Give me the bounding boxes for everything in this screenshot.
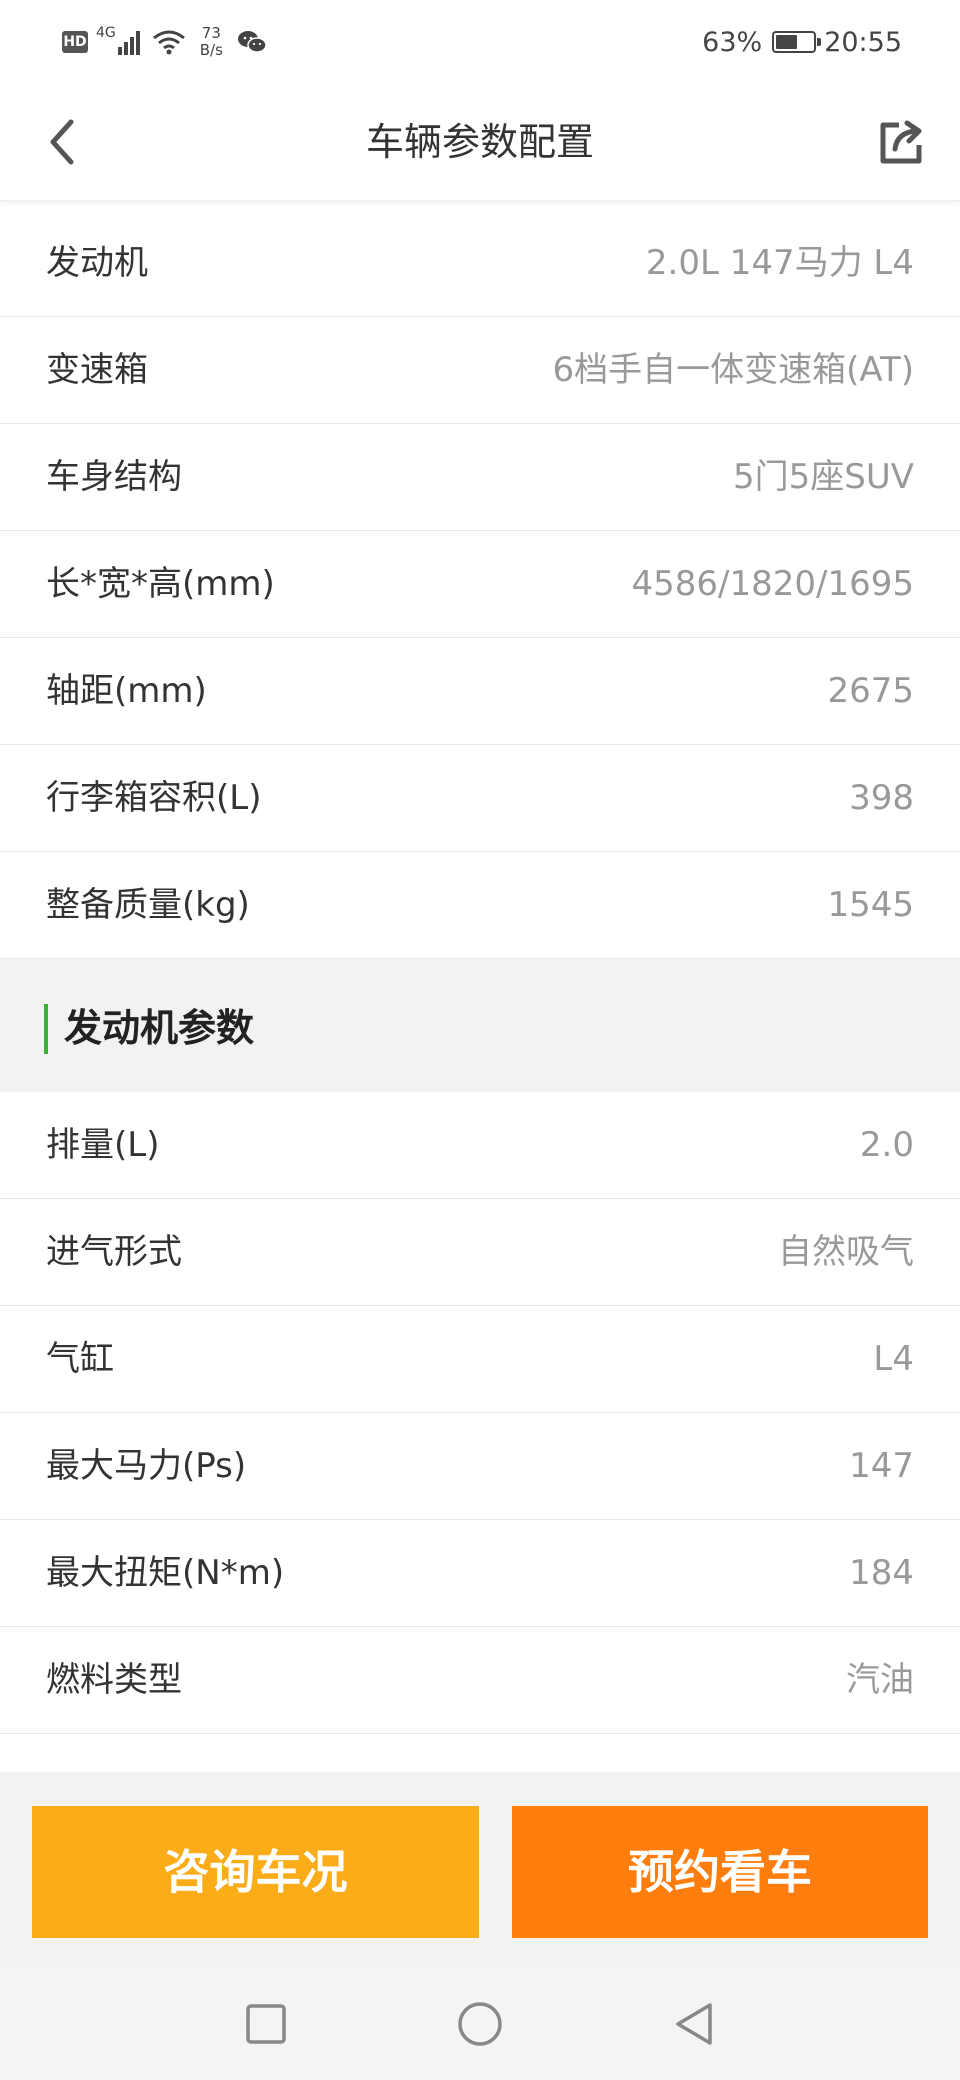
chevron-left-icon <box>50 119 74 165</box>
back-triangle-icon <box>676 2003 712 2045</box>
param-value: 汽油 <box>846 1660 914 1700</box>
home-button[interactable] <box>450 1994 510 2054</box>
param-label: 最大扭矩(N*m) <box>46 1553 285 1593</box>
param-value: 398 <box>849 778 914 818</box>
home-icon <box>458 2002 502 2046</box>
param-value: 4586/1820/1695 <box>631 564 915 604</box>
section-accent-bar <box>44 1004 48 1054</box>
param-value: 5门5座SUV <box>733 457 914 497</box>
param-row-displacement: 排量(L) 2.0 <box>0 1092 960 1199</box>
param-row-engine: 发动机 2.0L 147马力 L4 <box>0 210 960 317</box>
nav-back-button[interactable] <box>664 1994 724 2054</box>
signal-icon <box>117 29 142 55</box>
param-row-wheelbase: 轴距(mm) 2675 <box>0 638 960 745</box>
param-label: 排量(L) <box>46 1125 160 1165</box>
param-row-trunk: 行李箱容积(L) 398 <box>0 745 960 852</box>
param-value: 6档手自一体变速箱(AT) <box>552 350 914 390</box>
params-list: 发动机 2.0L 147马力 L4 变速箱 6档手自一体变速箱(AT) 车身结构… <box>0 210 960 1734</box>
wifi-icon <box>152 30 185 55</box>
speed-unit: B/s <box>199 41 223 59</box>
param-value: L4 <box>873 1339 914 1379</box>
param-label: 整备质量(kg) <box>46 885 250 925</box>
param-value: 2.0L 147马力 L4 <box>645 243 914 283</box>
app-header: 车辆参数配置 <box>0 84 960 201</box>
action-bar: 咨询车况 预约看车 <box>0 1772 960 1968</box>
param-row-transmission: 变速箱 6档手自一体变速箱(AT) <box>0 317 960 424</box>
section-header-engine: 发动机参数 <box>0 959 960 1092</box>
hd-badge: HD <box>62 31 88 53</box>
param-value: 2.0 <box>859 1125 914 1165</box>
param-value: 147 <box>849 1446 914 1486</box>
wechat-icon <box>237 31 267 53</box>
speed-value: 73 <box>201 24 221 42</box>
book-viewing-button[interactable]: 预约看车 <box>512 1806 928 1938</box>
param-row-cylinders: 气缸 L4 <box>0 1306 960 1413</box>
param-row-curb-weight: 整备质量(kg) 1545 <box>0 852 960 959</box>
section-title: 发动机参数 <box>64 1006 255 1050</box>
recent-apps-button[interactable] <box>236 1994 296 2054</box>
param-row-max-torque: 最大扭矩(N*m) 184 <box>0 1520 960 1627</box>
battery-cap <box>817 38 822 46</box>
param-row-intake: 进气形式 自然吸气 <box>0 1199 960 1306</box>
param-value: 1545 <box>827 885 914 925</box>
battery-percent: 63% <box>702 26 763 58</box>
status-bar: HD 4G 73 B/s 63% 20:55 <box>0 0 960 84</box>
battery-fill <box>776 35 798 49</box>
battery-icon <box>772 31 822 53</box>
param-row-max-power: 最大马力(Ps) 147 <box>0 1413 960 1520</box>
param-row-fuel-type: 燃料类型 汽油 <box>0 1627 960 1734</box>
system-nav-bar <box>0 1968 960 2080</box>
status-right: 63% 20:55 <box>702 22 902 62</box>
param-label: 变速箱 <box>46 350 148 390</box>
param-row-dimensions: 长*宽*高(mm) 4586/1820/1695 <box>0 531 960 638</box>
param-label: 行李箱容积(L) <box>46 778 262 818</box>
param-value: 184 <box>849 1553 914 1593</box>
param-label: 最大马力(Ps) <box>46 1446 247 1486</box>
network-speed: 73 B/s <box>200 25 223 59</box>
param-value: 2675 <box>827 671 914 711</box>
param-label: 长*宽*高(mm) <box>46 564 275 604</box>
page-title: 车辆参数配置 <box>365 120 594 164</box>
network-type: 4G <box>96 25 116 41</box>
recent-apps-icon <box>246 2004 286 2044</box>
status-left: HD 4G 73 B/s <box>62 22 267 62</box>
param-row-body: 车身结构 5门5座SUV <box>0 424 960 531</box>
param-label: 车身结构 <box>46 457 182 497</box>
share-button[interactable] <box>872 112 932 172</box>
consult-button[interactable]: 咨询车况 <box>32 1806 479 1938</box>
param-label: 发动机 <box>46 243 148 283</box>
param-label: 进气形式 <box>46 1232 182 1272</box>
share-icon <box>880 120 922 164</box>
param-label: 轴距(mm) <box>46 671 207 711</box>
clock: 20:55 <box>824 26 902 58</box>
param-value: 自然吸气 <box>778 1232 914 1272</box>
param-label: 燃料类型 <box>46 1660 182 1700</box>
back-button[interactable] <box>30 110 94 174</box>
param-label: 气缸 <box>46 1339 114 1379</box>
